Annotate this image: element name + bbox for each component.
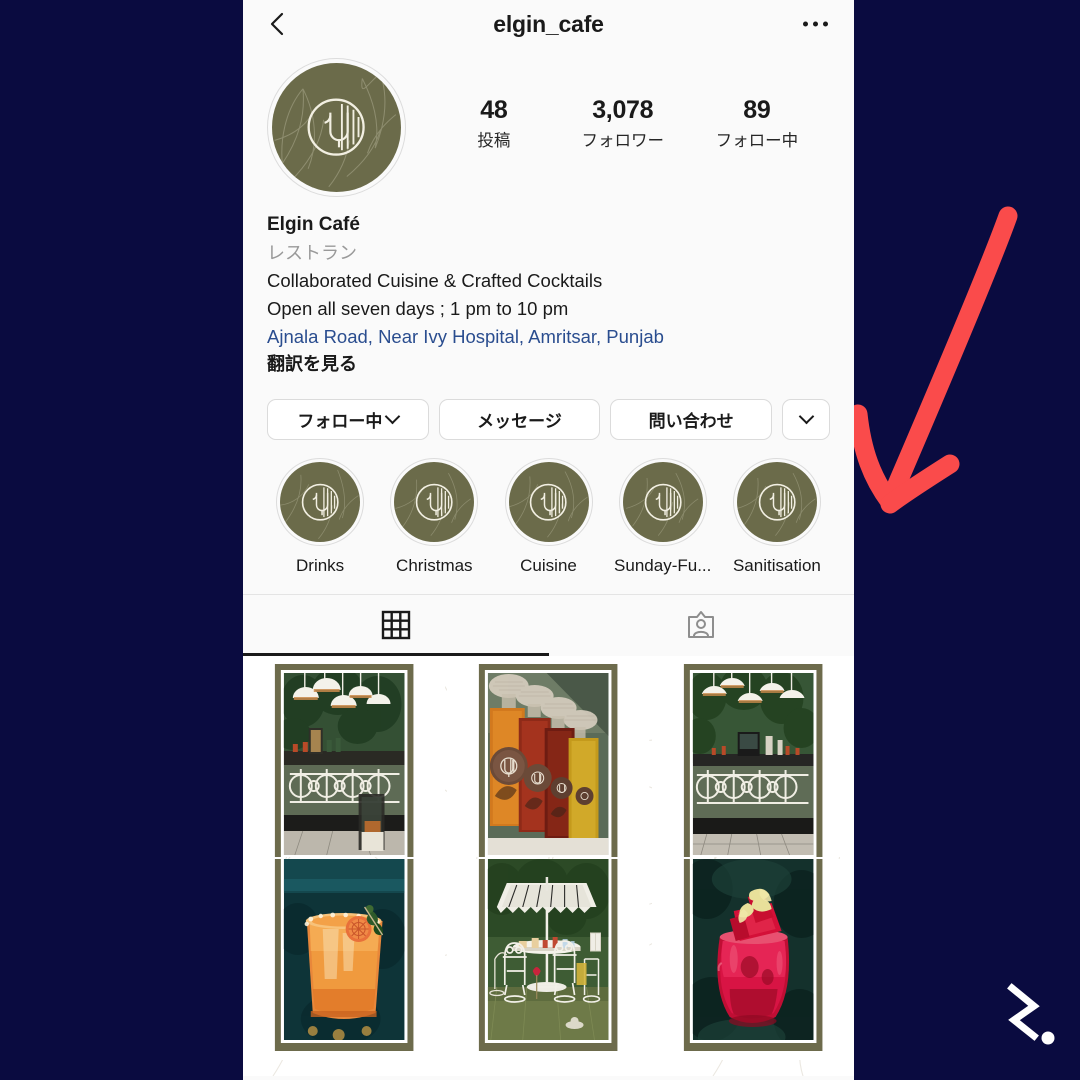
watermark-logo <box>1007 983 1055 1045</box>
post-thumbnail[interactable] <box>243 655 446 857</box>
instagram-profile-screenshot: elgin_cafe 48 投稿 3,078 フォロワー 89 フォロー中 El… <box>243 0 854 1080</box>
post-thumbnail[interactable] <box>651 655 854 857</box>
followers-label: フォロワー <box>581 132 664 150</box>
followers-count: 3,078 <box>592 96 654 124</box>
stat-followers[interactable]: 3,078 フォロワー <box>581 96 664 151</box>
contact-button[interactable]: 問い合わせ <box>610 398 773 440</box>
chevron-down-icon <box>798 408 814 424</box>
see-translation-link[interactable]: 翻訳を見る <box>267 351 830 379</box>
profile-content-tabs <box>243 593 855 656</box>
tagged-person-icon <box>688 611 715 639</box>
elgin-logo-icon <box>644 483 682 521</box>
message-button[interactable]: メッセージ <box>438 398 601 440</box>
tab-tagged[interactable] <box>549 595 855 656</box>
display-name: Elgin Café <box>267 214 360 235</box>
highlight-item[interactable]: Cuisine <box>491 457 605 576</box>
stat-posts[interactable]: 48 投稿 <box>458 96 530 151</box>
avatar[interactable] <box>267 58 406 197</box>
profile-bio: Elgin Café レストラン Collaborated Cuisine & … <box>243 197 854 379</box>
contact-button-label: 問い合わせ <box>648 411 734 431</box>
posts-grid-container <box>243 655 854 1076</box>
post-thumbnail[interactable] <box>447 858 650 1060</box>
back-chevron-left-icon[interactable] <box>265 11 291 37</box>
message-button-label: メッセージ <box>477 411 562 431</box>
highlight-label: Sunday-Fu... <box>614 555 712 575</box>
chevron-down-icon <box>385 408 401 424</box>
stat-following[interactable]: 89 フォロー中 <box>716 96 799 151</box>
top-navigation-bar: elgin_cafe <box>243 0 854 48</box>
posts-grid <box>243 655 854 1060</box>
highlight-label: Cuisine <box>520 555 577 575</box>
elgin-logo-icon <box>415 483 453 521</box>
tab-posts-grid[interactable] <box>243 595 549 656</box>
elgin-logo-icon <box>758 483 796 521</box>
elgin-logo-icon <box>530 483 567 521</box>
more-actions-button[interactable] <box>782 398 831 440</box>
elgin-logo-icon <box>301 483 339 521</box>
following-count: 89 <box>743 96 771 124</box>
following-button[interactable]: フォロー中 <box>267 398 429 440</box>
highlight-label: Christmas <box>396 555 473 575</box>
highlight-label: Sanitisation <box>732 555 821 575</box>
posts-count: 48 <box>480 96 508 124</box>
highlight-item[interactable]: Christmas <box>377 457 491 576</box>
post-thumbnail[interactable] <box>243 858 446 1060</box>
screenshot-canvas: elgin_cafe 48 投稿 3,078 フォロワー 89 フォロー中 El… <box>0 0 1080 1080</box>
more-options-icon[interactable] <box>803 21 828 27</box>
profile-stats: 48 投稿 3,078 フォロワー 89 フォロー中 <box>406 58 830 151</box>
profile-action-buttons: フォロー中 メッセージ 問い合わせ <box>243 379 854 440</box>
highlight-item[interactable]: Drinks <box>263 457 377 576</box>
identity-row: 48 投稿 3,078 フォロワー 89 フォロー中 <box>243 48 854 197</box>
post-thumbnail[interactable] <box>651 858 854 1060</box>
grid-icon <box>381 611 410 640</box>
address-link[interactable]: Ajnala Road, Near Ivy Hospital, Amritsar… <box>267 323 830 351</box>
highlight-label: Drinks <box>296 555 345 575</box>
post-thumbnail[interactable] <box>447 655 650 857</box>
business-category: レストラン <box>267 242 357 263</box>
following-button-label: フォロー中 <box>297 411 383 431</box>
bio-line-1: Collaborated Cuisine & Crafted Cocktails <box>267 269 603 291</box>
highlight-item[interactable]: Sanitisation <box>720 457 834 576</box>
posts-label: 投稿 <box>477 132 511 150</box>
red-arrow-annotation <box>848 206 1018 514</box>
elgin-logo-icon <box>307 98 366 157</box>
following-label: フォロー中 <box>715 132 799 150</box>
page-title: elgin_cafe <box>493 10 604 37</box>
story-highlights: Drinks Christmas Cuisine Sunday-Fu... Sa… <box>243 440 854 576</box>
highlight-item[interactable]: Sunday-Fu... <box>606 457 720 576</box>
bio-line-2: Open all seven days ; 1 pm to 10 pm <box>267 297 569 319</box>
